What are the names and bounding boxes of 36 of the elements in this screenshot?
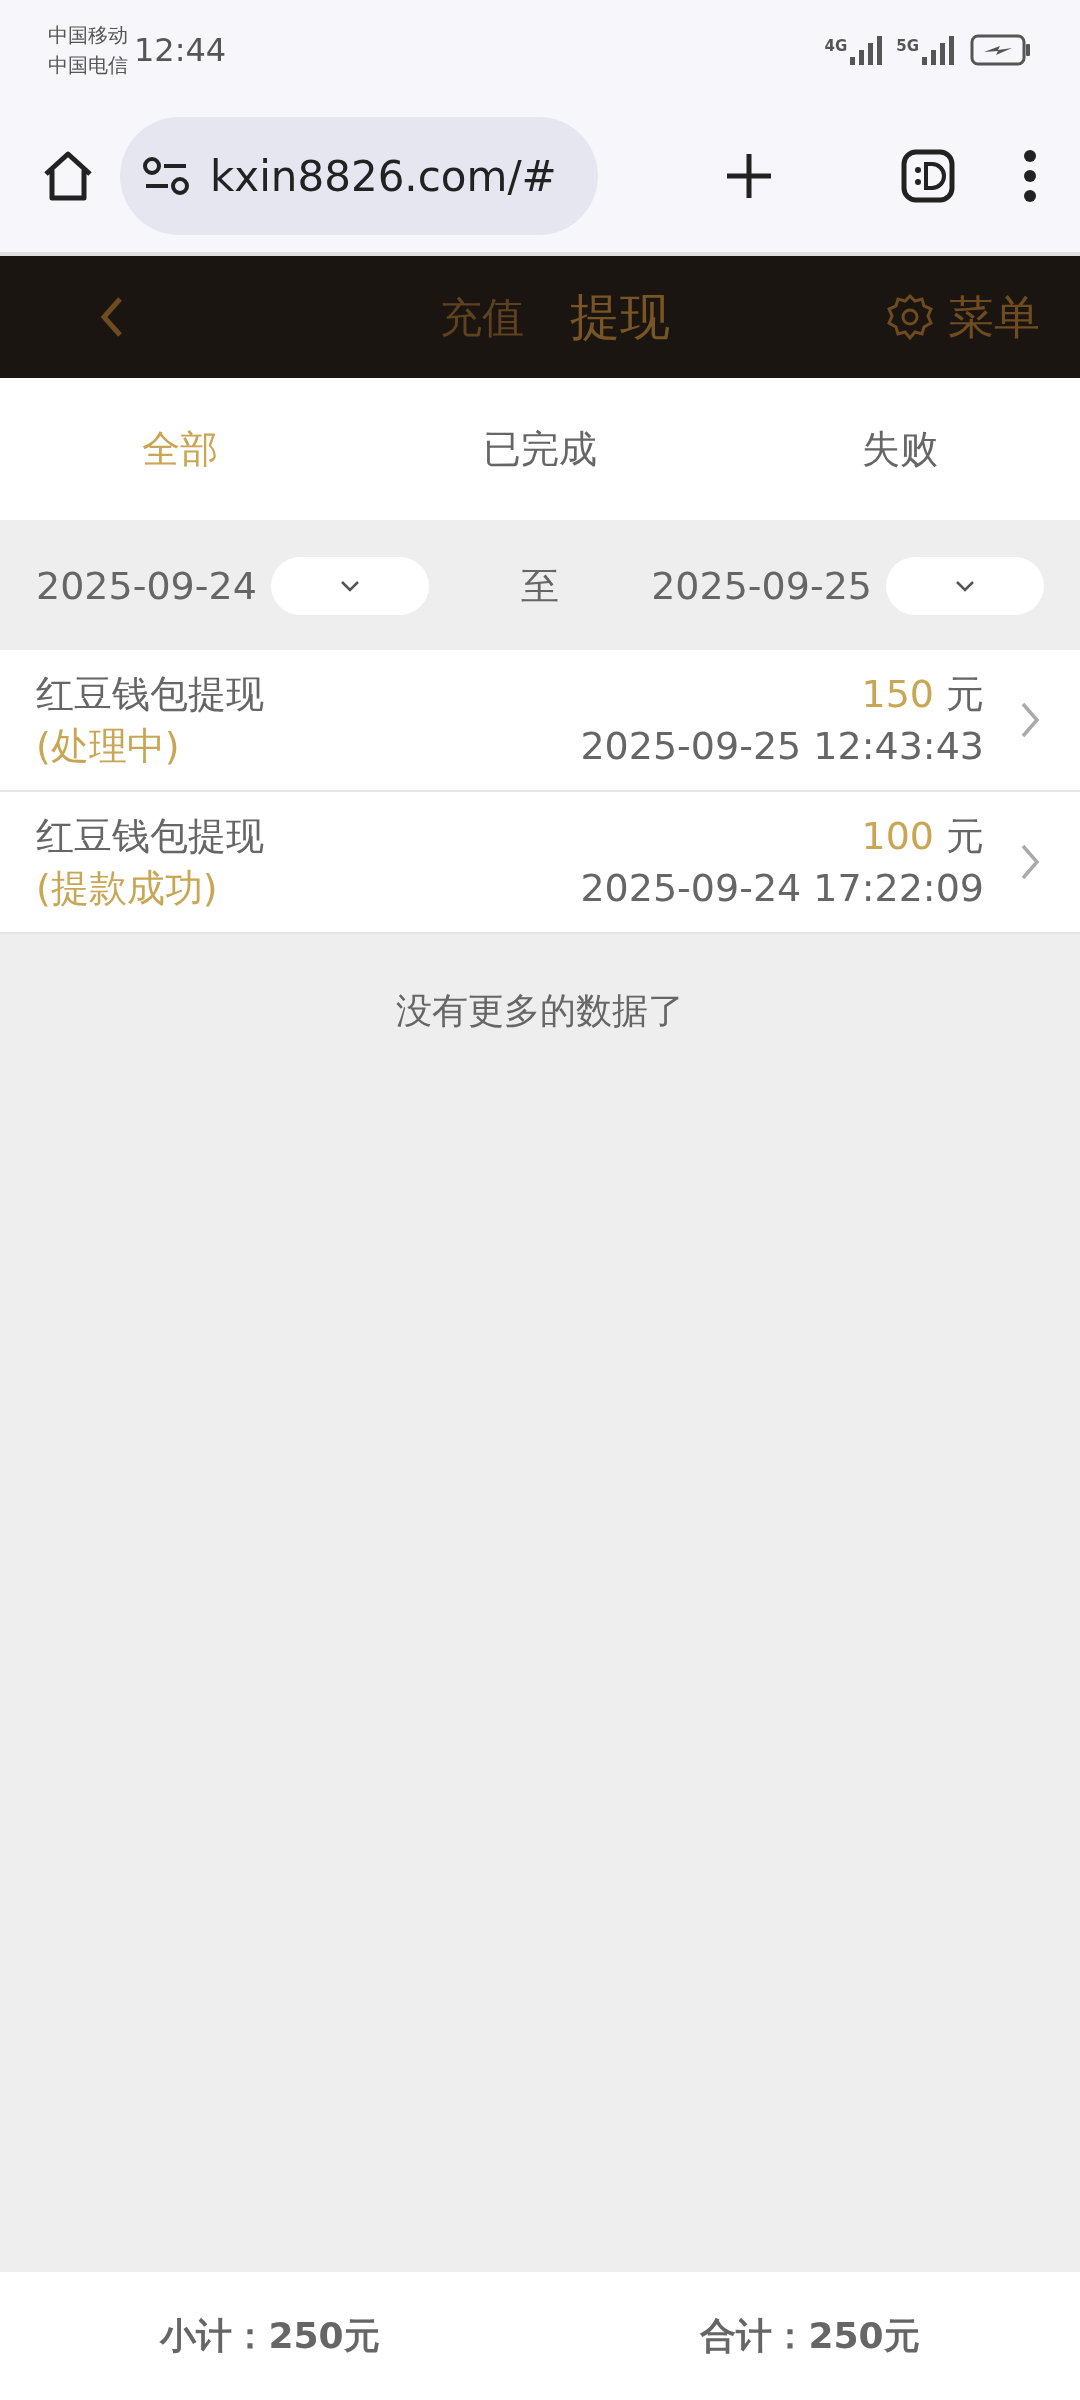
total-text: 合计：250元 [700,2314,920,2358]
record-row[interactable]: 红豆钱包提现 (提款成功) 100 元 2025-09-24 17:22:09 [0,792,1080,934]
end-date: 2025-09-25 [651,562,872,610]
signal-icon [922,35,956,65]
range-separator: 至 [521,562,559,610]
carrier-name: 中国移动 [48,22,128,49]
record-title: 红豆钱包提现 [36,671,264,718]
currency-unit: 元 [946,813,984,860]
gear-icon [886,293,934,341]
chevron-right-icon [1020,701,1040,739]
clock-time: 12:44 [134,30,227,71]
record-row[interactable]: 红豆钱包提现 (处理中) 150 元 2025-09-25 12:43:43 [0,650,1080,792]
network-type-label: 5G [896,36,919,57]
chevron-down-icon [955,580,975,592]
end-of-list-message: 没有更多的数据了 [396,989,684,1033]
site-settings-icon [142,156,190,196]
signal-icon [850,35,885,65]
tab-switcher-icon[interactable] [900,148,956,204]
filter-tab[interactable]: 失败 [862,420,938,478]
carrier-name: 中国电信 [48,52,128,79]
url-field[interactable]: kxin8826.com/# [120,117,598,235]
network-type-label: 4G [824,36,848,57]
amount-value: 150 [861,671,934,718]
record-time: 2025-09-25 12:43:43 [580,723,984,770]
subtotal-text: 小计：250元 [160,2314,380,2358]
record-title: 红豆钱包提现 [36,813,264,860]
chevron-right-icon [1020,843,1040,881]
start-date: 2025-09-24 [36,562,257,610]
amount-value: 100 [861,813,934,860]
battery-charging-icon [970,34,1032,66]
record-time: 2025-09-24 17:22:09 [580,865,984,912]
filter-tab[interactable]: 已完成 [483,420,597,478]
record-status: (提款成功) [36,865,219,912]
record-status: (处理中) [36,723,181,770]
currency-unit: 元 [946,671,984,718]
chevron-down-icon [339,580,360,592]
